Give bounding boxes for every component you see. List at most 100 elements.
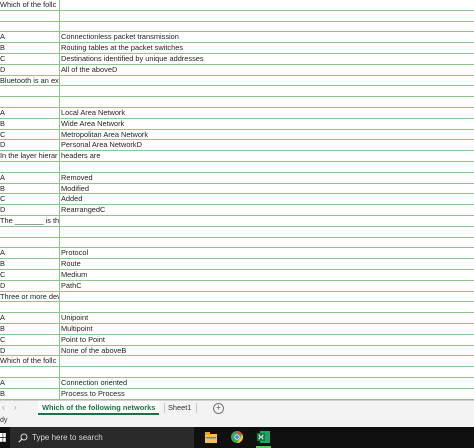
table-row: B Route [0,259,474,270]
cell-column-b[interactable]: Connectionless packet transmission [61,32,474,42]
status-bar: dy [0,415,474,427]
table-row: The _______ is th [0,216,474,227]
cell-column-b[interactable]: Local Area Network [61,108,474,118]
cell-column-b[interactable] [61,0,474,10]
sheet-nav-next[interactable]: › [14,402,17,414]
cell-column-b[interactable] [61,216,474,226]
cell-column-b[interactable]: Routing tables at the packet switches [61,43,474,53]
add-sheet-icon[interactable]: + [213,403,224,414]
cell-column-a[interactable]: B [0,324,59,334]
cell-column-a[interactable]: In the layer hierar [0,151,59,161]
table-row: A Unipoint [0,313,474,324]
cell-column-b[interactable] [61,367,474,377]
cell-column-a[interactable]: B [0,184,59,194]
cell-column-a[interactable]: Three or more dev [0,292,59,302]
cell-column-b[interactable] [61,238,474,248]
cell-column-a[interactable]: C [0,130,59,140]
cell-column-a[interactable]: B [0,119,59,129]
cell-column-a[interactable]: A [0,248,59,258]
cell-column-b[interactable]: Unipoint [61,313,474,323]
cell-column-b[interactable] [61,86,474,96]
tab-sheet1[interactable]: Sheet1 [164,401,195,415]
table-row: Which of the follc [0,0,474,11]
cell-column-a[interactable]: The _______ is th [0,216,59,226]
cell-column-a[interactable] [0,238,59,248]
table-row [0,227,474,238]
cell-column-b[interactable] [61,227,474,237]
cell-column-a[interactable] [0,86,59,96]
windows-start-icon[interactable] [0,433,6,442]
cell-column-b[interactable]: Protocol [61,248,474,258]
cell-column-b[interactable]: Route [61,259,474,269]
cell-column-b[interactable] [61,11,474,21]
cell-column-b[interactable] [61,97,474,107]
cell-column-a[interactable]: B [0,259,59,269]
table-row: B Wide Area Network [0,119,474,130]
tab-divider [196,403,197,413]
cell-column-a[interactable]: C [0,270,59,280]
table-row: Three or more dev [0,292,474,303]
cell-column-a[interactable]: D [0,281,59,291]
cell-column-b[interactable] [61,76,474,86]
table-row [0,367,474,378]
cell-column-b[interactable]: Personal Area NetworkD [61,140,474,150]
cell-column-b[interactable]: Multipoint [61,324,474,334]
cell-column-b[interactable]: Destinations identified by unique addres… [61,54,474,64]
cell-column-a[interactable]: C [0,54,59,64]
cell-column-a[interactable] [0,97,59,107]
cell-column-b[interactable]: PathC [61,281,474,291]
cell-column-a[interactable]: A [0,173,59,183]
cell-column-a[interactable] [0,22,59,32]
cell-column-b[interactable]: Medium [61,270,474,280]
cell-column-a[interactable]: Which of the follc [0,0,59,10]
cell-column-b[interactable]: All of the aboveD [61,65,474,75]
cell-column-b[interactable]: Process to Process [61,389,474,399]
cell-column-b[interactable] [61,356,474,366]
cell-column-a[interactable]: B [0,43,59,53]
spreadsheet-grid[interactable]: B Process to Process A Connection oriented W… [0,0,474,400]
taskbar-search-box[interactable]: Type here to search [10,427,194,448]
cell-column-a[interactable]: D [0,140,59,150]
cell-column-b[interactable] [61,292,474,302]
cell-column-a[interactable]: D [0,205,59,215]
table-row: B Process to Process [0,389,474,400]
cell-column-a[interactable]: D [0,346,59,356]
cell-column-a[interactable]: A [0,313,59,323]
chrome-icon[interactable] [231,431,243,443]
cell-column-a[interactable]: Which of the follc [0,356,59,366]
cell-column-a[interactable] [0,162,59,172]
cell-column-b[interactable]: Removed [61,173,474,183]
cell-column-a[interactable]: A [0,108,59,118]
sheet-nav-prev[interactable]: ‹ [2,402,5,414]
cell-column-b[interactable] [61,162,474,172]
cell-column-b[interactable]: Wide Area Network [61,119,474,129]
cell-column-a[interactable]: C [0,194,59,204]
table-row: B Multipoint [0,324,474,335]
cell-column-b[interactable] [61,22,474,32]
cell-column-a[interactable]: A [0,378,59,388]
cell-column-b[interactable]: Modified [61,184,474,194]
file-explorer-icon[interactable] [205,432,217,443]
cell-column-a[interactable] [0,11,59,21]
cell-column-b[interactable]: headers are [61,151,474,161]
cell-column-b[interactable]: None of the aboveB [61,346,474,356]
cell-column-a[interactable]: A [0,32,59,42]
cell-column-b[interactable]: Metropolitan Area Network [61,130,474,140]
cell-column-a[interactable]: C [0,335,59,345]
cell-column-a[interactable]: D [0,65,59,75]
cell-column-a[interactable] [0,367,59,377]
table-row [0,97,474,108]
cell-column-b[interactable]: Added [61,194,474,204]
cell-column-b[interactable]: Connection oriented [61,378,474,388]
cell-column-a[interactable] [0,302,59,312]
table-row: D Personal Area NetworkD [0,140,474,152]
excel-icon[interactable] [257,431,270,443]
cell-column-b[interactable]: RearrangedC [61,205,474,215]
cell-column-a[interactable] [0,227,59,237]
search-icon [18,433,28,443]
cell-column-b[interactable] [61,302,474,312]
cell-column-a[interactable]: Bluetooth is an ex [0,76,59,86]
cell-column-a[interactable]: B [0,389,59,399]
tab-active-sheet[interactable]: Which of the following networks [38,401,160,415]
cell-column-b[interactable]: Point to Point [61,335,474,345]
